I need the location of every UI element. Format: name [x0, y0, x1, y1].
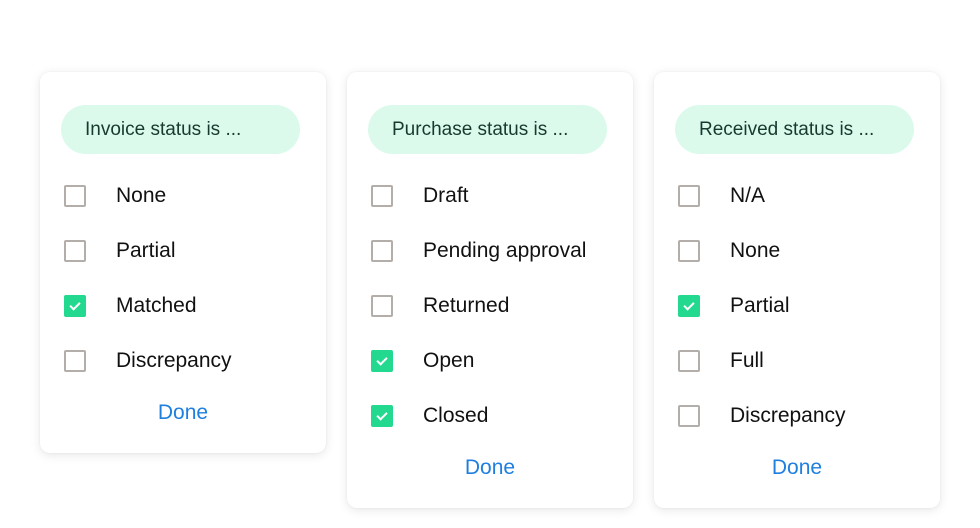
- option-label: Matched: [116, 293, 197, 317]
- checkbox[interactable]: [371, 239, 393, 262]
- option-partial[interactable]: Partial: [64, 223, 326, 278]
- options-list: None Partial Matched Discrepancy: [64, 168, 326, 388]
- done-button[interactable]: Done: [654, 456, 940, 480]
- option-label: Open: [423, 348, 475, 372]
- options-list: N/A None Partial Full Discrepancy: [678, 168, 940, 443]
- checkbox[interactable]: [371, 294, 393, 317]
- checkbox-checked[interactable]: [371, 349, 393, 372]
- checkbox-checked[interactable]: [678, 294, 700, 317]
- option-none[interactable]: None: [64, 168, 326, 223]
- option-draft[interactable]: Draft: [371, 168, 633, 223]
- option-closed[interactable]: Closed: [371, 388, 633, 443]
- option-full[interactable]: Full: [678, 333, 940, 388]
- received-status-filter-panel: Received status is ... N/A None Partial …: [654, 72, 940, 508]
- option-label: Discrepancy: [116, 348, 232, 372]
- option-none[interactable]: None: [678, 223, 940, 278]
- option-label: None: [730, 238, 781, 262]
- option-matched[interactable]: Matched: [64, 278, 326, 333]
- option-label: Full: [730, 348, 764, 372]
- option-label: Returned: [423, 293, 510, 317]
- checkbox[interactable]: [678, 404, 700, 427]
- option-label: Discrepancy: [730, 403, 846, 427]
- option-partial[interactable]: Partial: [678, 278, 940, 333]
- checkbox[interactable]: [678, 349, 700, 372]
- option-returned[interactable]: Returned: [371, 278, 633, 333]
- panel-title-pill: Received status is ...: [675, 105, 914, 154]
- checkbox[interactable]: [678, 184, 700, 207]
- option-pending-approval[interactable]: Pending approval: [371, 223, 633, 278]
- checkbox[interactable]: [64, 184, 86, 207]
- panel-title-pill: Purchase status is ...: [368, 105, 607, 154]
- checkbox-checked[interactable]: [371, 404, 393, 427]
- option-label: None: [116, 183, 167, 207]
- option-label: Partial: [116, 238, 176, 262]
- checkbox[interactable]: [678, 239, 700, 262]
- panel-title-pill: Invoice status is ...: [61, 105, 300, 154]
- option-discrepancy[interactable]: Discrepancy: [678, 388, 940, 443]
- option-discrepancy[interactable]: Discrepancy: [64, 333, 326, 388]
- options-list: Draft Pending approval Returned Open Clo…: [371, 168, 633, 443]
- invoice-status-filter-panel: Invoice status is ... None Partial Match…: [40, 72, 326, 453]
- done-button[interactable]: Done: [40, 401, 326, 425]
- checkbox-checked[interactable]: [64, 294, 86, 317]
- purchase-status-filter-panel: Purchase status is ... Draft Pending app…: [347, 72, 633, 508]
- done-button[interactable]: Done: [347, 456, 633, 480]
- option-open[interactable]: Open: [371, 333, 633, 388]
- option-label: Draft: [423, 183, 469, 207]
- checkbox[interactable]: [64, 349, 86, 372]
- checkbox[interactable]: [64, 239, 86, 262]
- option-label: N/A: [730, 183, 766, 207]
- option-label: Pending approval: [423, 238, 587, 262]
- option-label: Partial: [730, 293, 790, 317]
- option-label: Closed: [423, 403, 489, 427]
- checkbox[interactable]: [371, 184, 393, 207]
- option-na[interactable]: N/A: [678, 168, 940, 223]
